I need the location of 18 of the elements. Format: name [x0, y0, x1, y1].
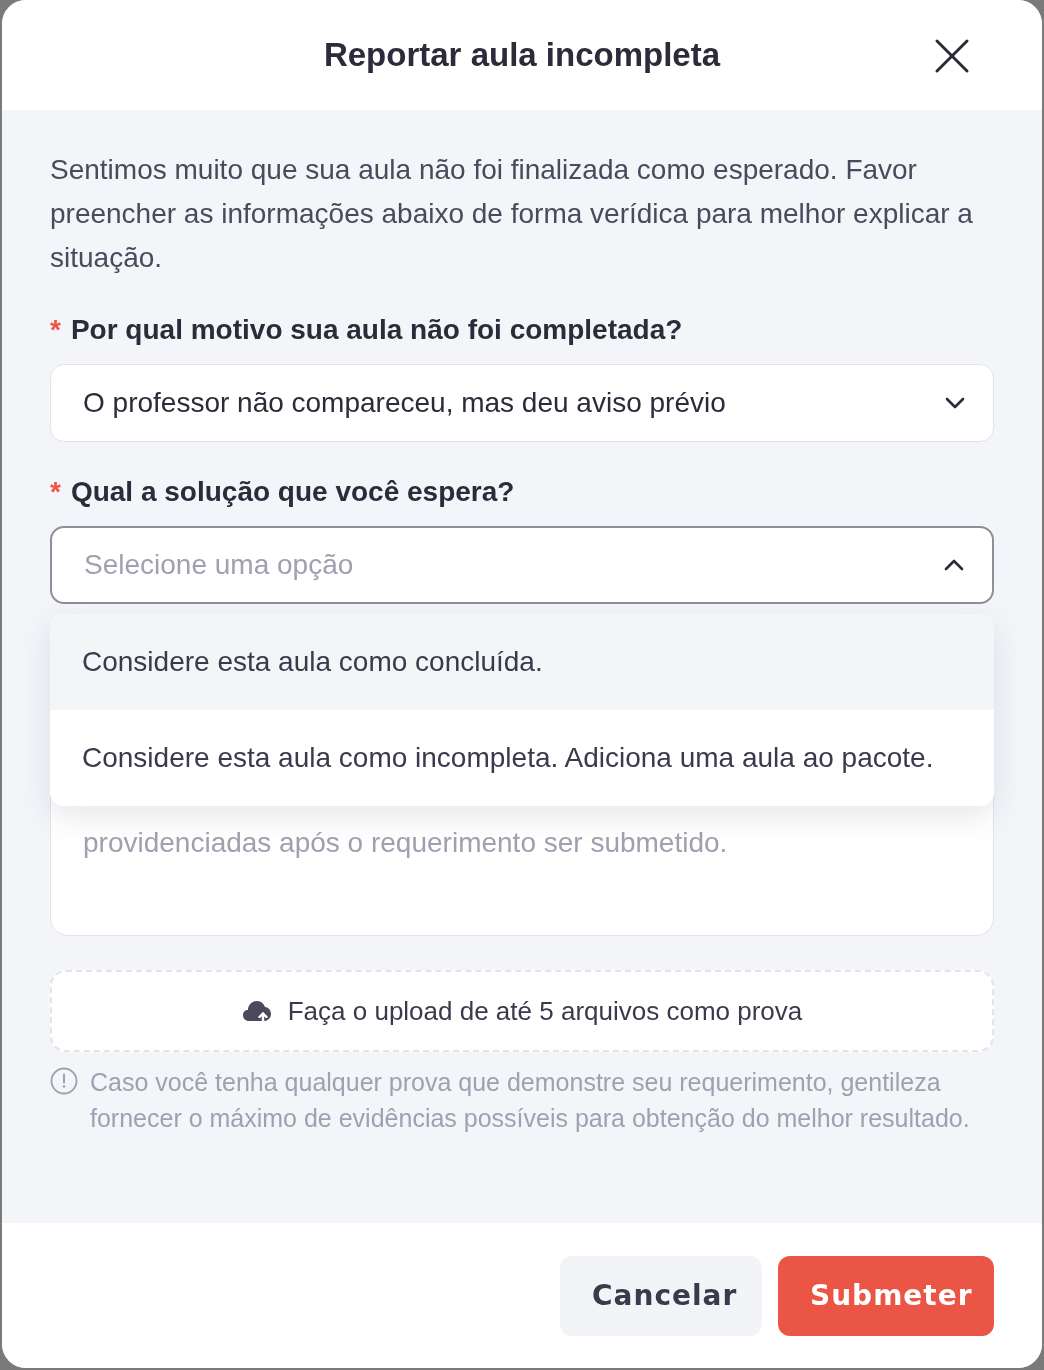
- upload-area[interactable]: Faça o upload de até 5 arquivos como prova: [50, 970, 994, 1052]
- hint-text: Caso você tenha qualquer prova que demonstre seu requerimento, gentileza fornecer o máximo de evidências possíveis para obtenção do melhor resultado.: [90, 1067, 971, 1134]
- submit-button[interactable]: Submeter: [778, 1255, 994, 1336]
- chevron-icon: [944, 559, 964, 571]
- field-label: Qual a solução que você espera?: [70, 476, 515, 508]
- intro-text: Sentimos muito que sua aula não foi finalizada como esperado. Favor preencher as informações abaixo de forma verídica para melhor explicar a situação.: [50, 153, 974, 275]
- dialog-title: Reportar aula incompleta: [323, 36, 721, 74]
- dropdown-option[interactable]: Considere esta aula como incompleta. Adiciona uma aula ao pacote.: [50, 710, 994, 806]
- info-icon: [50, 1067, 78, 1095]
- cancel-button[interactable]: Cancelar: [560, 1255, 762, 1336]
- required-mark: *: [50, 314, 61, 346]
- required-mark: *: [50, 476, 61, 508]
- field-label: Por qual motivo sua aula não foi completada?: [70, 314, 683, 346]
- cloud-upload-icon: [241, 999, 272, 1023]
- select-field[interactable]: O professor não compareceu, mas deu aviso prévio: [50, 364, 994, 442]
- chevron-icon: [945, 397, 965, 409]
- dropdown-option[interactable]: Considere esta aula como concluída.: [50, 614, 994, 710]
- close-icon[interactable]: [934, 38, 970, 74]
